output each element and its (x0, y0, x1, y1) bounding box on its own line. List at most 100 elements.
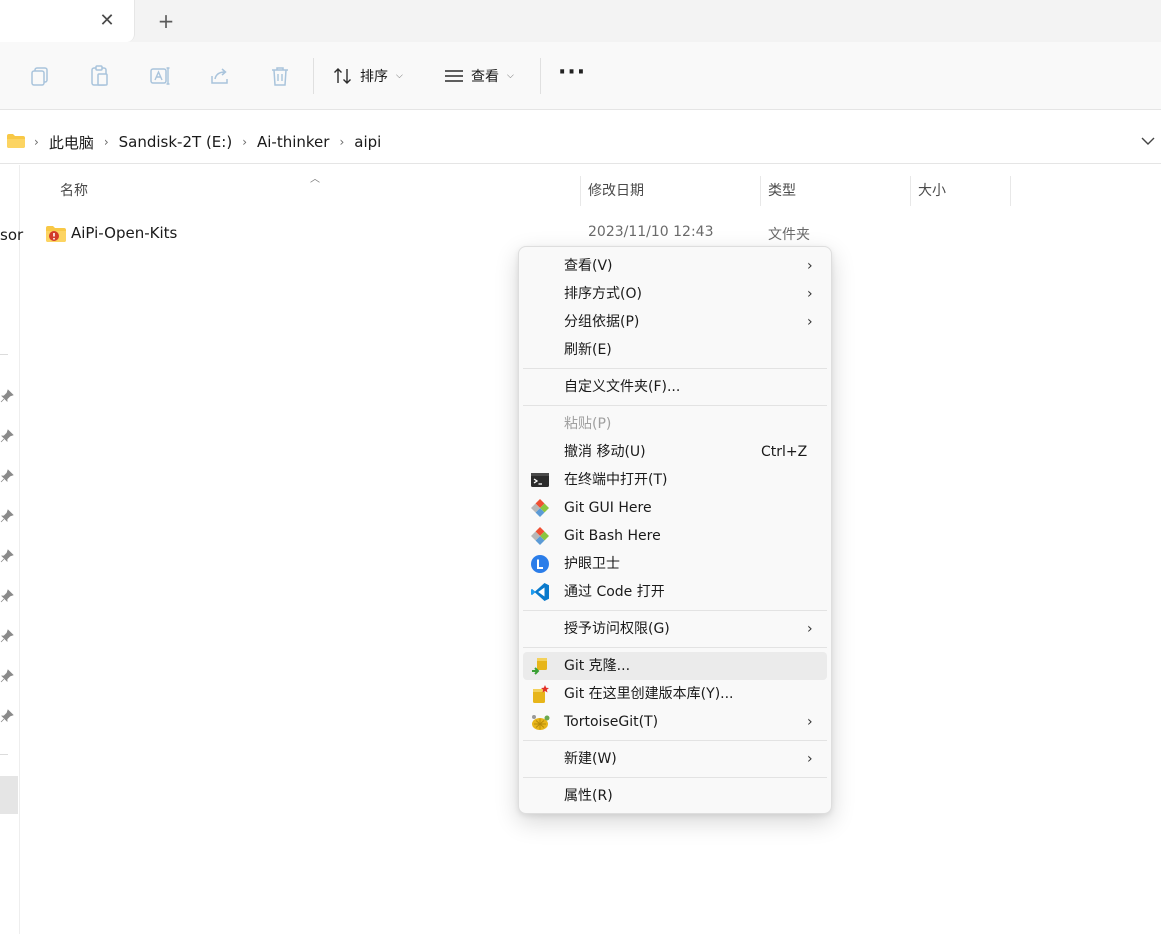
context-menu: 查看(V) › 排序方式(O) › 分组依据(P) › 刷新(E) 自定义文件夹… (518, 246, 832, 814)
vscode-icon (531, 583, 549, 601)
file-modified-date: 2023/11/10 12:43 (588, 224, 714, 240)
toolbar-divider (313, 58, 314, 94)
column-header-modified[interactable]: 修改日期 (588, 176, 644, 206)
view-icon (445, 70, 463, 82)
menu-item-label: 新建(W) (564, 751, 617, 767)
menu-item-open-in-terminal[interactable]: 在终端中打开(T) (523, 466, 827, 494)
folder-git-conflict-icon (46, 226, 66, 242)
file-type: 文件夹 (768, 227, 810, 243)
file-name[interactable]: AiPi-Open-Kits (71, 224, 177, 242)
terminal-icon (531, 473, 549, 487)
chevron-right-icon: › (807, 258, 813, 274)
menu-item-label: 分组依据(P) (564, 314, 640, 330)
pin-icon (0, 589, 14, 603)
menu-item-view[interactable]: 查看(V) › (523, 252, 827, 280)
menu-separator (523, 405, 827, 406)
share-icon[interactable] (208, 64, 232, 88)
menu-item-customize-folder[interactable]: 自定义文件夹(F)... (523, 373, 827, 401)
chevron-down-icon: ⌵ (396, 71, 403, 81)
breadcrumb: › 此电脑 › Sandisk-2T (E:) › Ai-thinker › a… (34, 120, 381, 164)
chevron-right-icon: › (807, 314, 813, 330)
pin-icon (0, 469, 14, 483)
menu-item-git-gui-here[interactable]: Git GUI Here (523, 494, 827, 522)
menu-item-sort-by[interactable]: 排序方式(O) › (523, 280, 827, 308)
close-tab-icon[interactable]: ✕ (96, 10, 118, 32)
nav-item-partial-label[interactable]: sor (0, 226, 23, 244)
sort-icon (334, 68, 351, 84)
menu-separator (523, 368, 827, 369)
column-header-size[interactable]: 大小 (918, 176, 946, 206)
paste-icon[interactable] (88, 64, 112, 88)
menu-item-label: 在终端中打开(T) (564, 472, 668, 488)
menu-item-undo-move[interactable]: 撤消 移动(U) Ctrl+Z (523, 438, 827, 466)
menu-item-label: Git GUI Here (564, 500, 652, 516)
menu-item-git-bash-here[interactable]: Git Bash Here (523, 522, 827, 550)
breadcrumb-item[interactable]: Ai-thinker (257, 133, 329, 151)
menu-item-git-clone[interactable]: Git 克隆... (523, 652, 827, 680)
column-header-name[interactable]: 名称 (60, 176, 88, 206)
column-header-type[interactable]: 类型 (768, 176, 796, 206)
menu-item-group-by[interactable]: 分组依据(P) › (523, 308, 827, 336)
menu-item-label: 通过 Code 打开 (564, 584, 665, 600)
toolbar-divider (540, 58, 541, 94)
chevron-right-icon: › (807, 621, 813, 637)
column-divider[interactable] (760, 176, 761, 206)
menu-item-tortoisegit[interactable]: TortoiseGit(T) › (523, 708, 827, 736)
menu-item-new[interactable]: 新建(W) › (523, 745, 827, 773)
pin-icon (0, 549, 14, 563)
more-options-icon[interactable]: ··· (558, 62, 586, 90)
menu-item-label: 粘贴(P) (564, 416, 612, 432)
menu-item-label: 属性(R) (564, 788, 613, 804)
breadcrumb-separator: › (242, 135, 247, 149)
menu-item-label: 查看(V) (564, 258, 613, 274)
menu-item-label: 刷新(E) (564, 342, 612, 358)
git-bash-icon (531, 527, 549, 545)
rename-icon[interactable] (148, 64, 172, 88)
menu-separator (523, 610, 827, 611)
breadcrumb-item[interactable]: Sandisk-2T (E:) (119, 133, 233, 151)
new-tab-icon[interactable]: + (155, 10, 177, 32)
pin-icon (0, 429, 14, 443)
nav-divider (0, 754, 8, 755)
sort-button[interactable]: 排序 ⌵ (332, 62, 403, 90)
menu-item-label: 排序方式(O) (564, 286, 642, 302)
nav-item-selected[interactable] (0, 776, 18, 814)
folder-icon (7, 134, 25, 148)
menu-item-refresh[interactable]: 刷新(E) (523, 336, 827, 364)
copy-icon[interactable] (28, 64, 52, 88)
pin-icon (0, 509, 14, 523)
breadcrumb-item[interactable]: 此电脑 (49, 132, 94, 153)
tortoisegit-icon (532, 715, 550, 730)
menu-item-label: TortoiseGit(T) (564, 714, 659, 730)
menu-item-label: 撤消 移动(U) (564, 444, 646, 460)
menu-item-label: Git Bash Here (564, 528, 661, 544)
menu-item-grant-access[interactable]: 授予访问权限(G) › (523, 615, 827, 643)
column-divider[interactable] (1010, 176, 1011, 206)
column-divider[interactable] (910, 176, 911, 206)
menu-item-label: 授予访问权限(G) (564, 621, 670, 637)
breadcrumb-separator: › (34, 135, 39, 149)
view-button-label: 查看 (471, 69, 499, 85)
chevron-down-icon[interactable] (1140, 133, 1156, 149)
delete-icon[interactable] (268, 64, 292, 88)
breadcrumb-item[interactable]: aipi (354, 133, 381, 151)
tortoisegit-clone-icon (532, 658, 547, 675)
menu-item-paste: 粘贴(P) (523, 410, 827, 438)
breadcrumb-separator: › (103, 135, 109, 149)
chevron-right-icon: › (807, 751, 813, 767)
menu-item-properties[interactable]: 属性(R) (523, 782, 827, 810)
git-gui-icon (531, 499, 549, 517)
pin-icon (0, 629, 14, 643)
view-button[interactable]: 查看 ⌵ (443, 62, 514, 90)
menu-item-shortcut: Ctrl+Z (761, 444, 808, 460)
menu-item-git-create-repo[interactable]: Git 在这里创建版本库(Y)... (523, 680, 827, 708)
menu-separator (523, 740, 827, 741)
menu-item-label: 护眼卫士 (564, 556, 620, 572)
menu-item-open-with-code[interactable]: 通过 Code 打开 (523, 578, 827, 606)
menu-item-eye-guard[interactable]: 护眼卫士 (523, 550, 827, 578)
column-divider[interactable] (580, 176, 581, 206)
eye-guard-icon (531, 555, 549, 573)
menu-separator (523, 777, 827, 778)
sort-ascending-icon: ︿ (310, 174, 320, 185)
breadcrumb-separator: › (339, 135, 345, 149)
